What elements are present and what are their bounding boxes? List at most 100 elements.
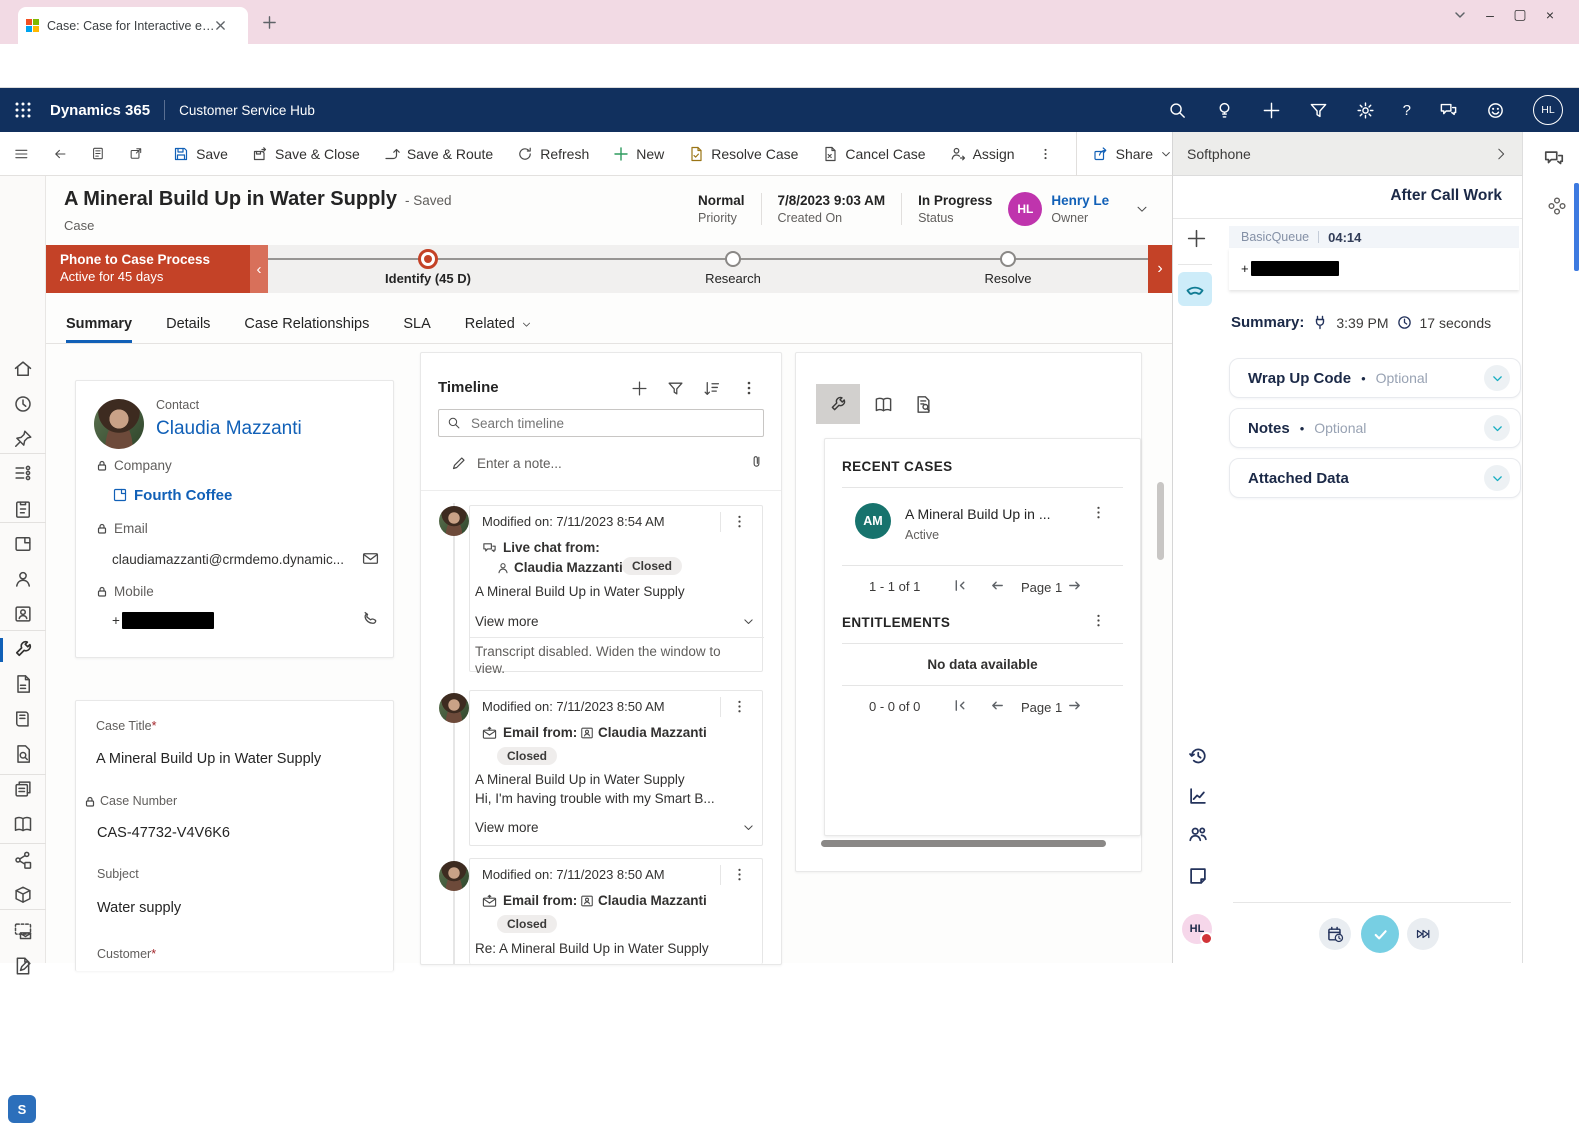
knowledge-book-icon[interactable]: [874, 395, 893, 414]
chevron-down-icon[interactable]: [742, 821, 755, 834]
recent-icon[interactable]: [13, 394, 33, 414]
entry-from[interactable]: Claudia Mazzanti: [598, 725, 707, 740]
cases-icon[interactable]: [13, 639, 33, 659]
user-avatar[interactable]: HL: [1533, 95, 1563, 125]
stage-resolve-marker[interactable]: [1000, 251, 1016, 267]
refresh-button[interactable]: Refresh: [517, 146, 589, 162]
rail-scrollbar[interactable]: [1574, 183, 1579, 271]
header-chevron-icon[interactable]: [1135, 202, 1149, 216]
timeline-filter-icon[interactable]: [667, 380, 684, 397]
stage-research-marker[interactable]: [725, 251, 741, 267]
insights-chart-icon[interactable]: [1188, 786, 1208, 806]
email-templates-icon[interactable]: [13, 921, 33, 941]
stage-resolve-label[interactable]: Resolve: [985, 271, 1032, 286]
entitlements-more-icon[interactable]: [1091, 613, 1106, 628]
entry-more-icon[interactable]: [732, 699, 747, 714]
search-icon[interactable]: [1168, 101, 1187, 120]
timeline-add-icon[interactable]: [631, 380, 648, 397]
products-icon[interactable]: [13, 885, 33, 905]
accounts-icon[interactable]: [13, 534, 33, 554]
horizontal-scrollbar[interactable]: [821, 840, 1106, 847]
notes-icon[interactable]: [1188, 866, 1208, 886]
entry-more-icon[interactable]: [732, 867, 747, 882]
knowledge-search-icon[interactable]: [13, 744, 33, 764]
entry-subject[interactable]: Re: A Mineral Build Up in Water Supply: [475, 941, 709, 956]
dashboards-icon[interactable]: [13, 463, 33, 483]
quick-create-icon[interactable]: [1262, 101, 1281, 120]
kb-search-icon[interactable]: [914, 395, 933, 414]
timeline-search-box[interactable]: [438, 409, 764, 437]
browser-tab[interactable]: Case: Case for Interactive experie: [18, 7, 248, 44]
share-button[interactable]: Share: [1076, 132, 1172, 176]
row-more-icon[interactable]: [1091, 505, 1106, 520]
save-and-route-button[interactable]: Save & Route: [384, 146, 493, 162]
popout-icon[interactable]: [129, 145, 143, 162]
note-placeholder[interactable]: Enter a note...: [477, 456, 562, 471]
app-name[interactable]: Customer Service Hub: [179, 103, 315, 118]
timeline-more-icon[interactable]: [741, 380, 757, 396]
complete-acw-button[interactable]: [1361, 915, 1399, 953]
connections-icon[interactable]: [13, 850, 33, 870]
subject-value[interactable]: Water supply: [97, 900, 181, 916]
timeline-entry[interactable]: Modified on: 7/11/2023 8:54 AM Live chat…: [469, 505, 763, 672]
social-profiles-icon[interactable]: [13, 604, 33, 624]
schedule-followup-button[interactable]: [1319, 918, 1351, 950]
process-stage-box[interactable]: Phone to Case Process Active for 45 days: [46, 245, 250, 293]
company-link[interactable]: Fourth Coffee: [134, 487, 232, 504]
go-back-icon[interactable]: [53, 145, 68, 163]
attached-data-accordion[interactable]: Attached Data: [1229, 458, 1521, 498]
expand-chevron[interactable]: [1484, 465, 1510, 491]
expand-chevron[interactable]: [1484, 415, 1510, 441]
entry-subject[interactable]: A Mineral Build Up in Water Supply: [475, 584, 685, 599]
notes-accordion[interactable]: Notes • Optional: [1229, 408, 1521, 448]
vertical-scrollbar[interactable]: [1157, 482, 1164, 560]
add-session-icon[interactable]: [1186, 228, 1207, 249]
home-icon[interactable]: [13, 359, 33, 379]
first-page-icon[interactable]: [953, 578, 968, 593]
filter-icon[interactable]: [1309, 101, 1328, 120]
view-more-link[interactable]: View more: [475, 614, 539, 629]
contact-name-link[interactable]: Claudia Mazzanti: [156, 418, 302, 440]
tab-details[interactable]: Details: [166, 316, 210, 343]
chevron-down-icon[interactable]: [742, 615, 755, 628]
contacts-icon[interactable]: [13, 569, 33, 589]
owner-link[interactable]: Henry Le: [1051, 193, 1109, 208]
wrap-up-code-accordion[interactable]: Wrap Up Code • Optional: [1229, 358, 1521, 398]
stage-research-label[interactable]: Research: [705, 271, 761, 286]
process-collapse-chevron[interactable]: ‹: [250, 245, 268, 293]
collapse-sitemap-icon[interactable]: [14, 145, 29, 163]
recent-case-title[interactable]: A Mineral Build Up in ...: [905, 506, 1051, 522]
send-email-icon[interactable]: [362, 550, 379, 567]
history-icon[interactable]: [1188, 746, 1208, 766]
stage-identify-marker[interactable]: [418, 249, 438, 269]
help-icon[interactable]: ?: [1403, 102, 1411, 119]
timeline-entry[interactable]: Modified on: 7/11/2023 8:50 AM Email fro…: [469, 690, 763, 846]
expand-chevron[interactable]: [1484, 365, 1510, 391]
active-call-tab[interactable]: [1178, 272, 1212, 306]
queues-icon[interactable]: [13, 674, 33, 694]
tab-summary[interactable]: Summary: [66, 316, 132, 343]
agent-avatar[interactable]: HL: [1182, 914, 1212, 944]
timeline-search-input[interactable]: [469, 415, 755, 432]
timeline-entry[interactable]: Modified on: 7/11/2023 8:50 AM Email fro…: [469, 858, 763, 964]
save-and-close-button[interactable]: Save & Close: [252, 146, 360, 162]
new-tab-icon[interactable]: [262, 15, 277, 30]
new-button[interactable]: New: [613, 146, 664, 162]
drafts-icon[interactable]: [13, 956, 33, 976]
collapse-panel-icon[interactable]: [1494, 147, 1508, 161]
stage-identify-label[interactable]: Identify (45 D): [385, 271, 471, 286]
assign-button[interactable]: Assign: [950, 146, 1015, 162]
maximize-window-icon[interactable]: ▢: [1505, 6, 1535, 23]
lightbulb-icon[interactable]: [1215, 101, 1234, 120]
conversations-icon[interactable]: [1543, 148, 1565, 170]
smiley-icon[interactable]: [1486, 101, 1505, 120]
pinned-icon[interactable]: [13, 429, 33, 449]
view-more-link[interactable]: View more: [475, 820, 539, 835]
book-icon[interactable]: [13, 814, 33, 834]
form-selector-icon[interactable]: [91, 145, 105, 162]
knowledge-icon[interactable]: [13, 709, 33, 729]
related-tab-tools[interactable]: [816, 384, 860, 424]
tab-sla[interactable]: SLA: [403, 316, 430, 343]
gear-icon[interactable]: [1356, 101, 1375, 120]
attach-icon[interactable]: [749, 453, 764, 470]
